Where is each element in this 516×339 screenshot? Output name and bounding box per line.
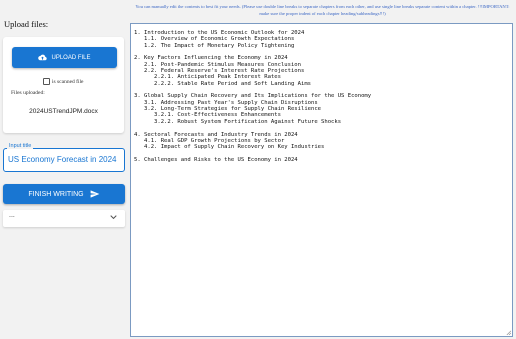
scanned-file-checkbox[interactable] [43, 78, 50, 85]
scanned-file-option[interactable]: is scanned file [43, 78, 83, 85]
uploaded-file-name: 2024USTrendJPM.docx [29, 108, 98, 115]
upload-file-label: UPLOAD FILE [51, 54, 91, 61]
title-input[interactable]: Input title US Economy Forecast in 2024 [3, 143, 125, 172]
sidebar: Upload files: UPLOAD FILE is scanned fil… [0, 0, 129, 339]
options-dropdown[interactable]: ... [3, 210, 125, 227]
upload-file-button[interactable]: UPLOAD FILE [12, 47, 117, 68]
finish-writing-label: FINISH WRITING [28, 190, 84, 198]
files-uploaded-label: Files uploaded: [11, 90, 45, 96]
upload-files-title: Upload files: [4, 19, 49, 29]
dropdown-value: ... [9, 212, 15, 219]
outline-content[interactable]: 1. Introduction to the US Economic Outlo… [134, 30, 509, 163]
title-input-value[interactable]: US Economy Forecast in 2024 [8, 155, 117, 164]
title-input-label: Input title [7, 143, 34, 149]
resize-handle-icon[interactable] [506, 330, 511, 335]
outline-line: 5. Challenges and Risks to the US Econom… [134, 156, 298, 163]
cloud-upload-icon [38, 54, 48, 61]
edit-instructions: You can manually edit the contents to be… [135, 4, 510, 16]
upload-card: UPLOAD FILE is scanned file Files upload… [3, 37, 124, 133]
send-icon [90, 190, 100, 198]
outline-textarea[interactable]: 1. Introduction to the US Economic Outlo… [130, 23, 513, 337]
chevron-down-icon [110, 215, 117, 220]
scanned-file-label: is scanned file [52, 78, 84, 85]
finish-writing-button[interactable]: FINISH WRITING [3, 184, 125, 204]
